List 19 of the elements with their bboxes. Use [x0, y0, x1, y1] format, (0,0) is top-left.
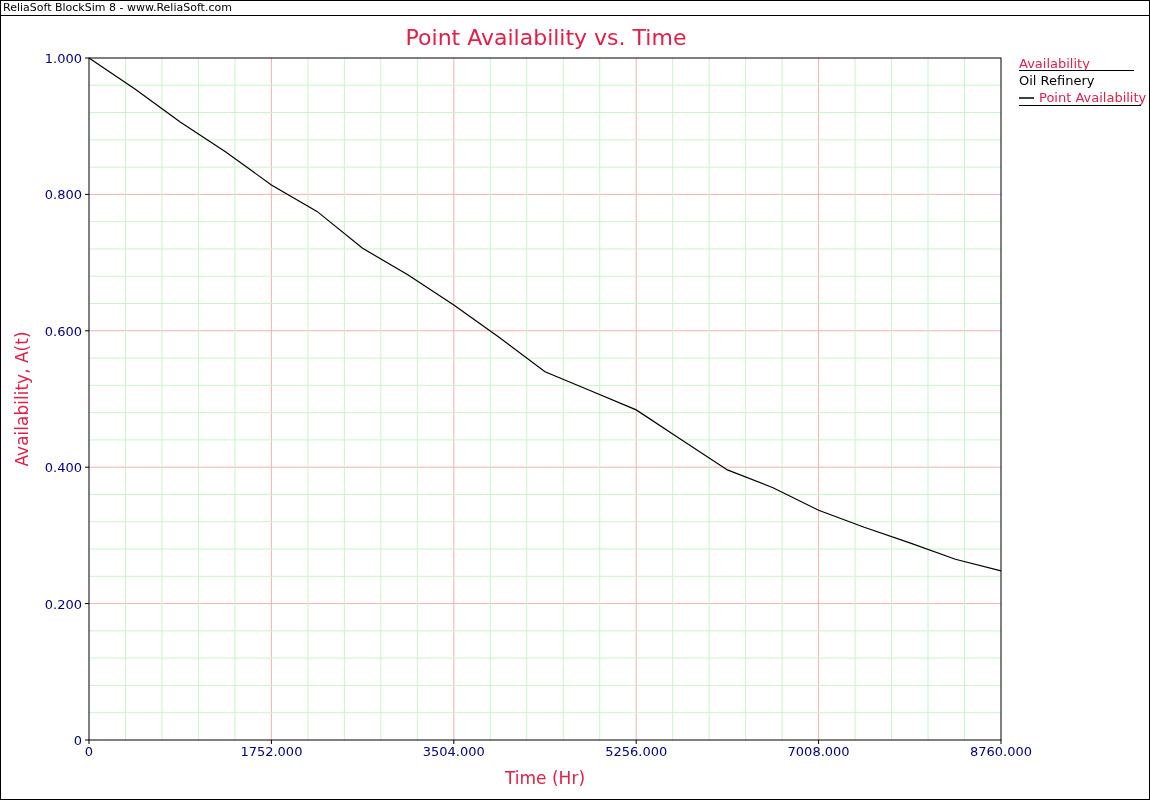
axis-tick-label: 7008.000: [787, 744, 850, 759]
chart-title: Point Availability vs. Time: [405, 25, 687, 50]
axis-tick-label: 1752.000: [240, 744, 303, 759]
x-axis-title: Time (Hr): [505, 768, 585, 788]
legend-title: Availability: [1019, 56, 1090, 71]
axis-tick-label: 0: [84, 744, 94, 759]
axis-tick-label: 5256.000: [605, 744, 668, 759]
window-title: ReliaSoft BlockSim 8 - www.ReliaSoft.com: [1, 1, 1149, 16]
y-axis-title: Availability, A(t): [12, 331, 32, 467]
legend-entry: Point Availability: [1039, 90, 1147, 105]
axis-tick-label: 0.600: [44, 323, 82, 339]
axis-tick-label: 3504.000: [422, 744, 485, 759]
legend-group-label: Oil Refinery: [1019, 73, 1095, 88]
axis-tick-label: 1.000: [44, 51, 82, 66]
axis-tick-label: 8760.000: [970, 744, 1032, 759]
axis-tick-label: 0: [73, 733, 82, 748]
axis-tick-label: 0.400: [44, 460, 82, 476]
axis-tick-label: 0.200: [44, 596, 82, 612]
axis-tick-label: 0.800: [44, 187, 82, 203]
